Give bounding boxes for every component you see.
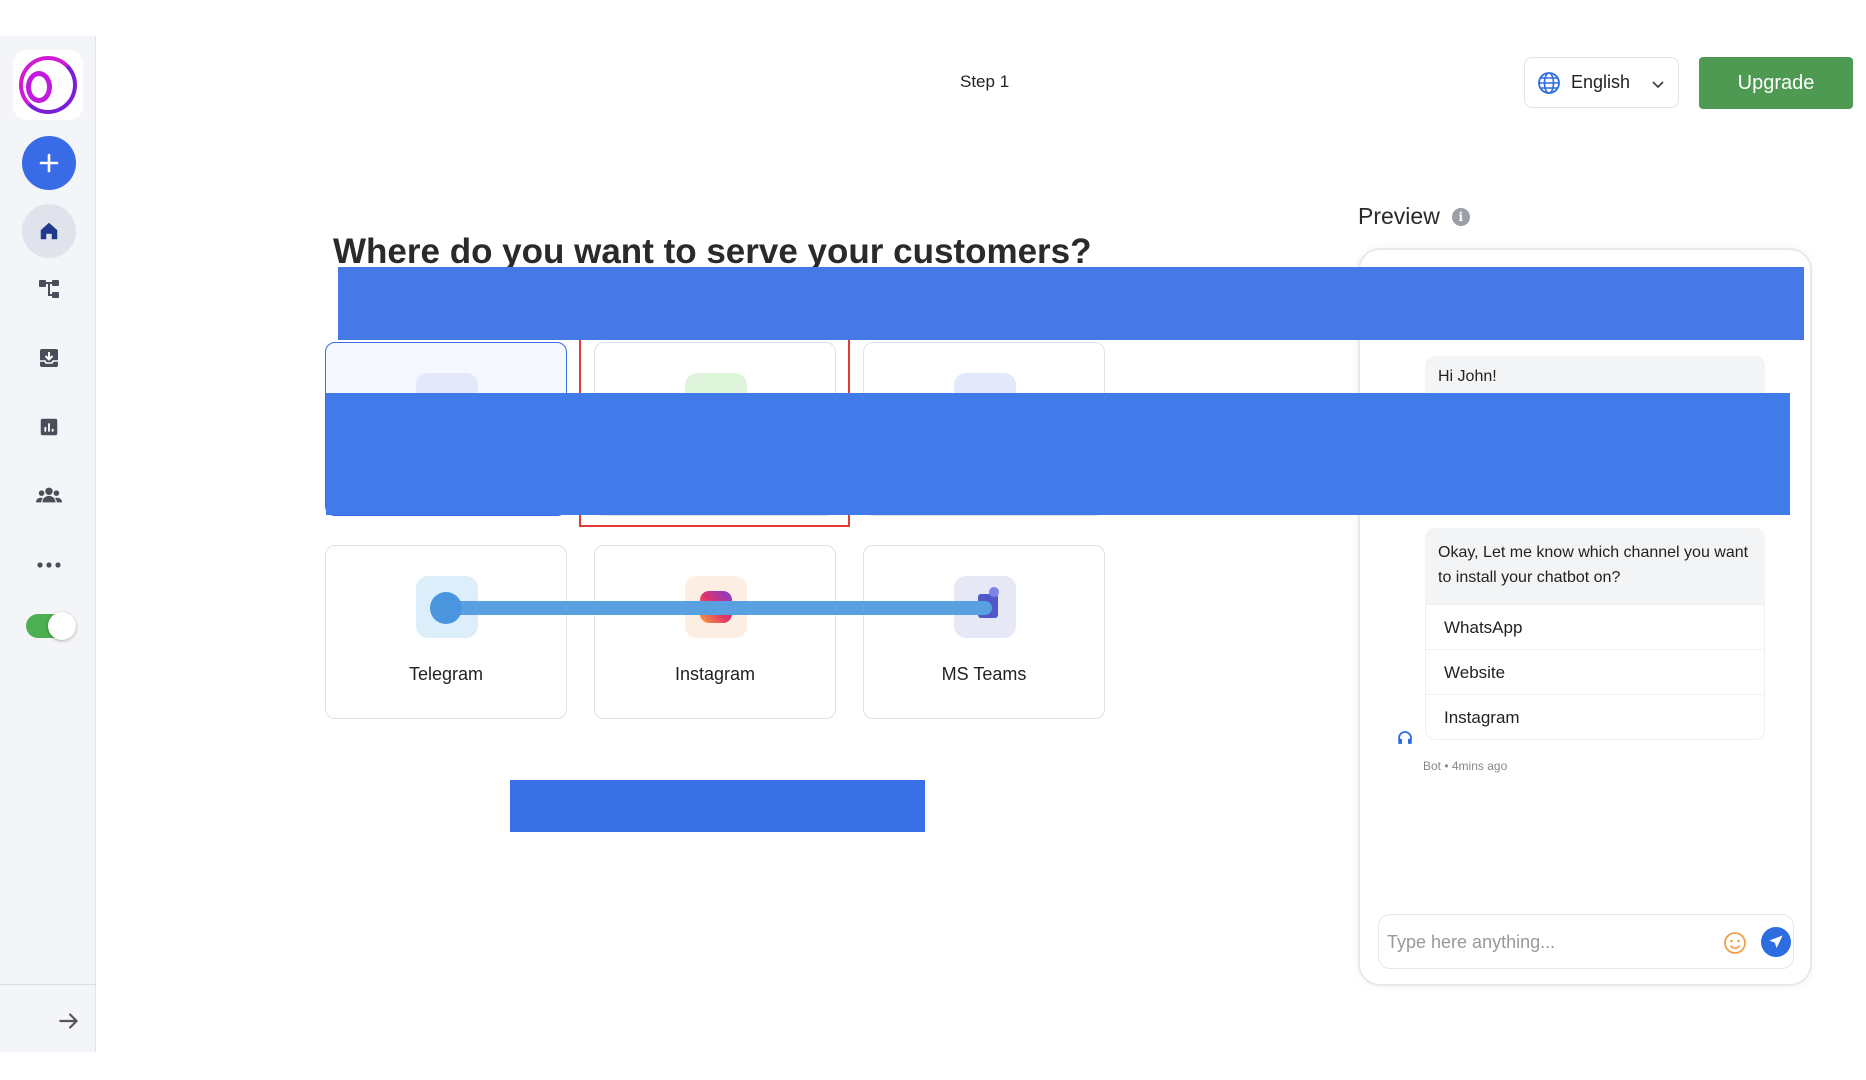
app-logo[interactable] (13, 50, 83, 120)
preview-header: Preview i (1358, 203, 1470, 230)
add-button[interactable] (22, 136, 76, 190)
channel-label: Instagram (674, 664, 756, 684)
headset-icon (1396, 729, 1416, 749)
sidebar-item-team[interactable] (36, 482, 62, 508)
more-icon[interactable] (36, 552, 62, 578)
flow-icon (39, 280, 59, 298)
emoji-icon[interactable] (1723, 931, 1747, 955)
redaction-bar (510, 780, 925, 832)
chat-option-website[interactable]: Website (1426, 649, 1764, 694)
redaction-bar (338, 267, 1804, 340)
chat-question-bubble: Okay, Let me know which channel you want… (1425, 528, 1765, 604)
team-icon (36, 487, 62, 503)
globe-icon (1538, 71, 1560, 94)
sidebar-item-analytics[interactable] (36, 414, 62, 440)
page-title: Where do you want to serve your customer… (333, 232, 1092, 271)
inbox-icon (40, 349, 58, 367)
chevron-down-icon (1652, 81, 1664, 89)
upgrade-button[interactable]: Upgrade (1699, 57, 1853, 109)
chat-input-bar (1378, 914, 1794, 969)
arrow-right-icon (59, 1013, 78, 1029)
preview-title: Preview (1358, 203, 1440, 229)
bot-timestamp: Bot • 4mins ago (1423, 759, 1508, 773)
sidebar (0, 36, 96, 1052)
step-indicator: Step 1 (960, 72, 1010, 91)
sidebar-item-inbox[interactable] (36, 345, 62, 371)
send-icon (1769, 935, 1783, 948)
channel-label: MS Teams (941, 664, 1027, 684)
redaction-bar (326, 393, 1790, 515)
connector-dot (430, 592, 462, 624)
plus-icon (39, 153, 59, 173)
language-select[interactable]: English (1524, 57, 1679, 108)
sidebar-divider (0, 984, 96, 985)
status-toggle[interactable] (26, 612, 76, 640)
chat-options: WhatsApp Website Instagram (1425, 604, 1765, 740)
info-icon[interactable]: i (1451, 207, 1470, 226)
channel-card-ms-teams[interactable]: MS Teams (863, 545, 1105, 719)
chat-option-whatsapp[interactable]: WhatsApp (1426, 604, 1764, 649)
send-button[interactable] (1761, 927, 1791, 957)
home-icon (40, 222, 58, 240)
channel-card-instagram[interactable]: Instagram (594, 545, 836, 719)
channel-label: Telegram (408, 664, 484, 684)
logo-icon (19, 56, 77, 114)
analytics-icon (40, 418, 58, 436)
chat-message-input[interactable] (1387, 929, 1707, 955)
connector-line (446, 601, 992, 615)
language-value: English (1571, 72, 1631, 92)
sidebar-item-flows[interactable] (36, 276, 62, 302)
chat-option-instagram[interactable]: Instagram (1426, 694, 1764, 739)
channel-card-telegram[interactable]: Telegram (325, 545, 567, 719)
sidebar-item-home[interactable] (22, 204, 76, 258)
expand-sidebar-button[interactable] (56, 1008, 84, 1036)
